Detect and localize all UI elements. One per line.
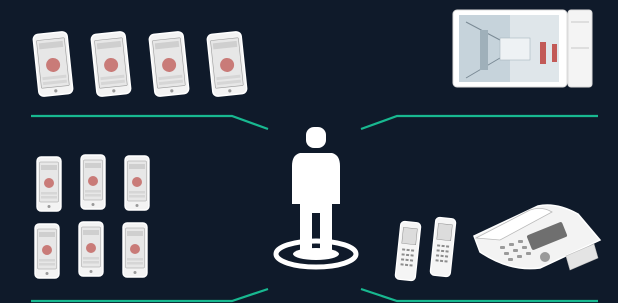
- smartphone-icon: [34, 223, 60, 279]
- connector-top-right: [360, 114, 598, 131]
- smartphone-icon: [124, 155, 150, 211]
- person-on-platform-icon: [273, 127, 359, 270]
- desk-phone-icon: [473, 204, 602, 271]
- tablet-group: [32, 30, 248, 98]
- diagram-canvas: [31, 9, 602, 303]
- smartphone-group: [34, 154, 150, 279]
- phone-group: [394, 204, 602, 282]
- tablet-icon: [206, 30, 248, 98]
- smartphone-icon: [80, 154, 106, 210]
- connector-bottom-left: [31, 287, 269, 303]
- device-diagram: [0, 0, 618, 303]
- connector-top-left: [31, 114, 269, 131]
- cordless-handset-icon: [394, 220, 422, 282]
- smartphone-icon: [78, 221, 104, 277]
- video-intercom-monitor-icon: [452, 9, 593, 88]
- tablet-icon: [148, 30, 190, 98]
- smartphone-icon: [36, 156, 62, 212]
- cordless-handset-icon: [429, 216, 457, 278]
- tablet-icon: [32, 30, 74, 98]
- connector-bottom-right: [360, 287, 598, 303]
- smartphone-icon: [122, 222, 148, 278]
- tablet-icon: [90, 30, 132, 98]
